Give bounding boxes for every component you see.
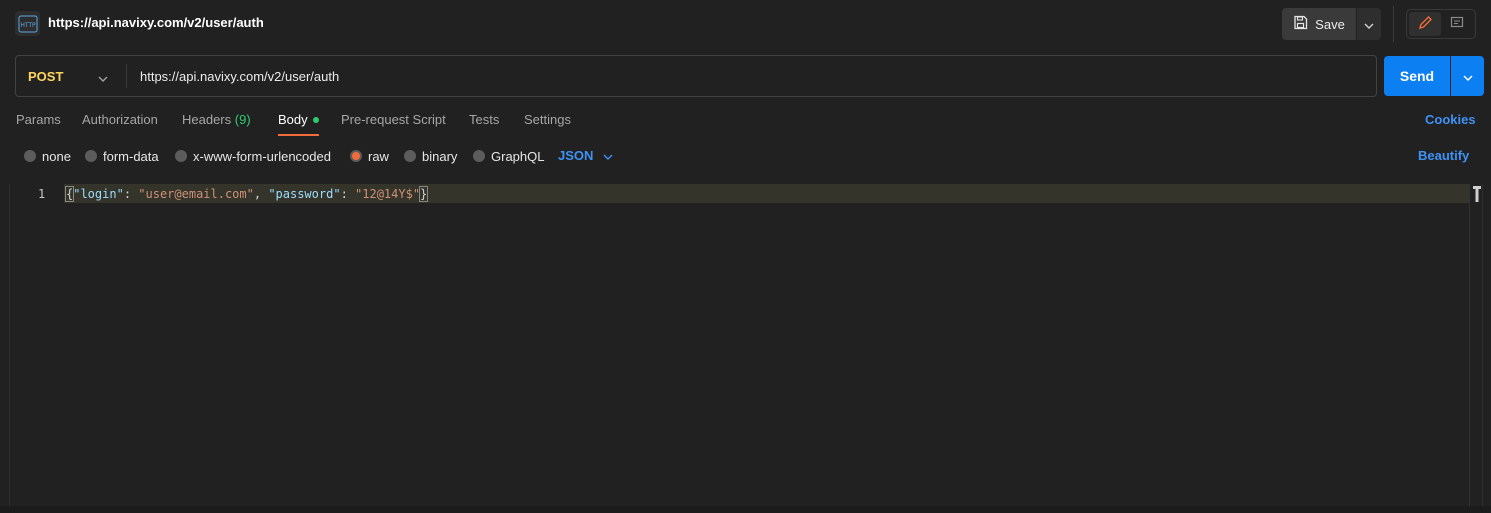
method-select[interactable]: POST bbox=[28, 69, 63, 84]
url-bar: POST https://api.navixy.com/v2/user/auth bbox=[15, 55, 1377, 97]
body-type-raw[interactable]: raw bbox=[350, 148, 389, 164]
comments-mode-button[interactable] bbox=[1441, 12, 1473, 36]
code-editor[interactable]: 1 {"login": "user@email.com", "password"… bbox=[9, 184, 1483, 506]
pencil-icon bbox=[1418, 15, 1432, 33]
chevron-down-icon bbox=[1462, 69, 1473, 84]
code-line[interactable]: {"login": "user@email.com", "password": … bbox=[64, 186, 429, 202]
header-divider bbox=[1393, 6, 1394, 42]
tab-settings[interactable]: Settings bbox=[524, 112, 571, 136]
radio-raw-label: raw bbox=[368, 148, 389, 164]
radio-raw[interactable] bbox=[350, 150, 362, 162]
text-cursor bbox=[427, 187, 429, 202]
save-label: Save bbox=[1315, 16, 1345, 32]
scrollbar-marker-icon[interactable] bbox=[1473, 186, 1481, 202]
radio-binary[interactable] bbox=[404, 150, 416, 162]
radio-form-data[interactable] bbox=[85, 150, 97, 162]
radio-binary-label: binary bbox=[422, 148, 458, 164]
body-status-dot bbox=[312, 116, 319, 123]
tab-authorization[interactable]: Authorization bbox=[82, 112, 158, 136]
tab-pre-request-script[interactable]: Pre-request Script bbox=[341, 112, 446, 136]
send-options-button[interactable] bbox=[1451, 56, 1484, 96]
radio-graphql-label: GraphQL bbox=[491, 148, 545, 164]
send-button[interactable]: Send bbox=[1384, 56, 1450, 96]
chevron-down-icon bbox=[1364, 17, 1374, 32]
json-comma: , bbox=[253, 187, 269, 201]
radio-urlencoded-label: x-www-form-urlencoded bbox=[193, 148, 331, 164]
tab-headers[interactable]: Headers (9) bbox=[182, 112, 251, 136]
line-number: 1 bbox=[38, 187, 46, 201]
request-title[interactable]: https://api.navixy.com/v2/user/auth bbox=[48, 15, 264, 30]
radio-form-data-label: form-data bbox=[103, 148, 159, 164]
tab-headers-label: Headers bbox=[182, 112, 232, 127]
language-select[interactable]: JSON bbox=[558, 148, 613, 163]
tab-body[interactable]: Body bbox=[278, 112, 319, 136]
body-type-binary[interactable]: binary bbox=[404, 148, 457, 164]
close-brace: } bbox=[419, 186, 429, 202]
tab-tests[interactable]: Tests bbox=[469, 112, 499, 136]
json-key: "password" bbox=[268, 187, 341, 201]
svg-text:HTTP: HTTP bbox=[20, 22, 36, 29]
json-key: "login" bbox=[73, 187, 124, 201]
view-mode-toggle bbox=[1406, 9, 1476, 39]
save-group: Save bbox=[1282, 8, 1381, 40]
url-input[interactable]: https://api.navixy.com/v2/user/auth bbox=[140, 69, 339, 84]
edit-mode-button[interactable] bbox=[1409, 12, 1441, 36]
radio-urlencoded[interactable] bbox=[175, 150, 187, 162]
floppy-disk-icon bbox=[1293, 15, 1308, 33]
radio-none[interactable] bbox=[24, 150, 36, 162]
chevron-down-icon bbox=[603, 148, 613, 163]
http-request-icon: HTTP bbox=[15, 11, 40, 36]
cookies-link[interactable]: Cookies bbox=[1425, 112, 1476, 127]
bottom-bar bbox=[0, 506, 1491, 513]
tab-body-label: Body bbox=[278, 112, 308, 127]
json-value: "12@14Y$" bbox=[355, 187, 421, 201]
beautify-button[interactable]: Beautify bbox=[1418, 148, 1469, 163]
body-type-graphql[interactable]: GraphQL bbox=[473, 148, 544, 164]
tab-params[interactable]: Params bbox=[16, 112, 61, 136]
send-group: Send bbox=[1384, 56, 1484, 96]
body-type-urlencoded[interactable]: x-www-form-urlencoded bbox=[175, 148, 331, 164]
active-tab-indicator bbox=[278, 134, 319, 136]
save-button[interactable]: Save bbox=[1282, 8, 1356, 40]
headers-count-badge: (9) bbox=[234, 112, 251, 127]
comment-icon bbox=[1450, 16, 1464, 33]
url-divider bbox=[126, 64, 127, 88]
save-options-button[interactable] bbox=[1357, 8, 1381, 40]
radio-none-label: none bbox=[42, 148, 71, 164]
json-value: "user@email.com" bbox=[138, 187, 254, 201]
body-type-none[interactable]: none bbox=[24, 148, 71, 164]
json-separator: : bbox=[123, 187, 139, 201]
radio-graphql[interactable] bbox=[473, 150, 485, 162]
editor-scrollbar-track[interactable] bbox=[1469, 184, 1470, 506]
json-separator: : bbox=[340, 187, 356, 201]
body-type-form-data[interactable]: form-data bbox=[85, 148, 159, 164]
chevron-down-icon[interactable] bbox=[98, 70, 108, 85]
language-label: JSON bbox=[558, 148, 594, 163]
